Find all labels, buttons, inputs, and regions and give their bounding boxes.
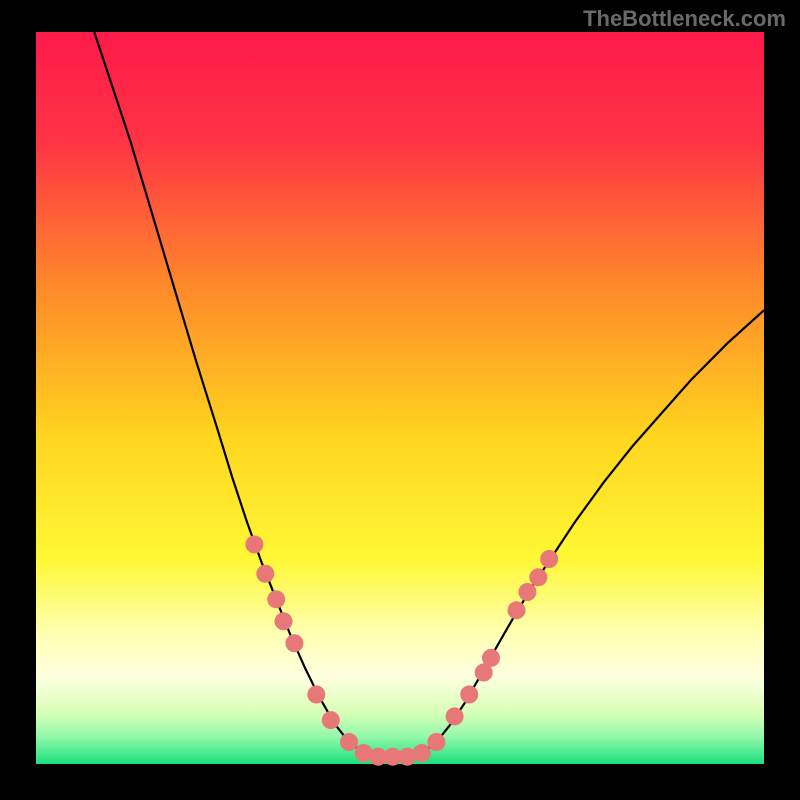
data-point [275,612,293,630]
data-point [482,649,500,667]
data-point [322,711,340,729]
data-point [267,590,285,608]
data-point [307,686,325,704]
data-point [508,601,526,619]
data-point [427,733,445,751]
data-point [529,568,547,586]
data-point [256,565,274,583]
data-point [340,733,358,751]
data-point [540,550,558,568]
watermark-text: TheBottleneck.com [583,6,786,32]
data-point [245,535,263,553]
data-point [446,707,464,725]
data-point [460,686,478,704]
data-point [285,634,303,652]
bottleneck-chart [0,0,800,800]
plot-background [36,32,764,764]
chart-container: TheBottleneck.com [0,0,800,800]
data-point [518,583,536,601]
data-point [413,744,431,762]
